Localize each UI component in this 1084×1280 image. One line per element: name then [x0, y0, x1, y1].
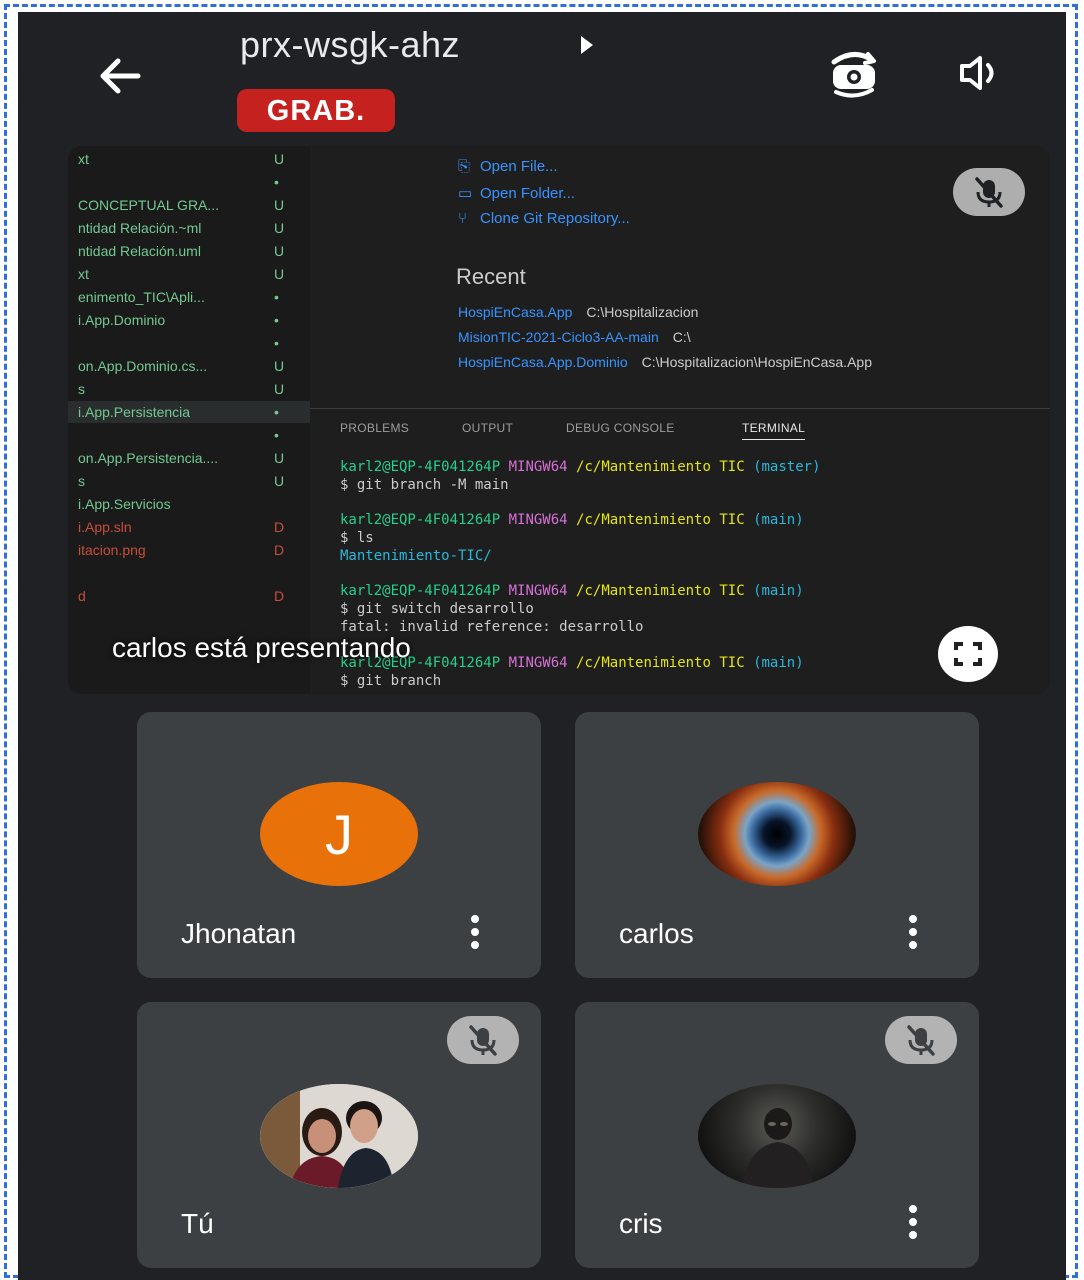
explorer-item[interactable]: ntidad Relación.~ml U [68, 217, 310, 239]
open-folder-link[interactable]: ▭ Open Folder... [458, 184, 575, 202]
explorer-item[interactable]: • [68, 171, 310, 193]
explorer-item[interactable]: sU [68, 378, 310, 400]
explorer-item[interactable]: ntidad Relación.uml U [68, 240, 310, 262]
speaker-icon[interactable] [948, 48, 1008, 98]
caret-right-icon[interactable] [578, 34, 596, 56]
mic-off-icon [469, 1025, 497, 1056]
participant-name: cris [619, 1208, 663, 1239]
file-explorer: xt U • CONCEPTUAL GRA... U ntidad Relación… [68, 146, 310, 694]
avatar [260, 1084, 418, 1188]
participant-name: carlos [619, 918, 694, 949]
presenter-label: carlos está presentando [112, 632, 411, 663]
back-arrow-icon[interactable] [92, 48, 148, 104]
explorer-item[interactable]: • [68, 332, 310, 354]
terminal-line: $ git branch [340, 673, 442, 689]
explorer-item[interactable]: on.App.Persistencia.... U [68, 447, 310, 469]
open-file-link[interactable]: ⎘ Open File... [458, 158, 558, 175]
recent-heading: Recent [456, 264, 526, 289]
tab-debug-console[interactable]: DEBUG CONSOLE [566, 421, 675, 435]
presenter-muted-badge [953, 168, 1025, 216]
tab-output[interactable]: OUTPUT [462, 421, 513, 435]
muted-badge [447, 1016, 519, 1064]
muted-badge [885, 1016, 957, 1064]
avatar-photo [260, 1084, 418, 1188]
recent-item[interactable]: HospiEnCasa.App C:\Hospitalizacion [458, 304, 698, 320]
participant-tile-carlos[interactable]: carlos [575, 712, 979, 978]
explorer-item[interactable] [68, 562, 310, 584]
file-icon: ⎘ [458, 158, 471, 175]
explorer-item[interactable]: sU [68, 470, 310, 492]
folder-icon: ▭ [458, 185, 473, 202]
terminal-output: Mantenimiento-TIC/ [340, 548, 492, 564]
explorer-item[interactable]: xt U [68, 148, 310, 170]
fullscreen-button[interactable] [938, 626, 998, 682]
recording-badge: GRAB. [237, 89, 395, 132]
avatar: J [260, 782, 418, 886]
avatar [698, 782, 856, 886]
git-icon: ⑂ [458, 210, 468, 227]
explorer-item[interactable]: enimento_TIC\Apli... • [68, 286, 310, 308]
participant-tile-jhonatan[interactable]: J Jhonatan [137, 712, 541, 978]
mic-off-icon [907, 1025, 935, 1056]
shared-screen[interactable]: xt U • CONCEPTUAL GRA... U ntidad Relación… [68, 146, 1050, 694]
explorer-item[interactable]: itacion.png D [68, 539, 310, 561]
mic-off-icon [975, 177, 1003, 208]
recent-item[interactable]: MisionTIC-2021-Ciclo3-AA-main C:\ [458, 329, 691, 345]
explorer-item[interactable]: i.App.Persistencia • [68, 401, 310, 423]
explorer-item[interactable]: dD [68, 585, 310, 607]
terminal-line: $ git switch desarrollo [340, 601, 534, 617]
avatar-photo [742, 1108, 814, 1188]
fullscreen-icon [954, 642, 982, 666]
welcome-editor: ⎘ Open File... ▭ Open Folder... ⑂ Clone Git… [310, 146, 1050, 408]
explorer-item[interactable]: i.App.Dominio • [68, 309, 310, 331]
terminal-prompt: karl2@EQP-4F041264P MINGW64 /c/Mantenimi… [340, 583, 804, 599]
explorer-item[interactable]: • [68, 424, 310, 446]
clone-repo-link[interactable]: ⑂ Clone Git Repository... [458, 210, 630, 227]
participant-name: Tú [181, 1208, 214, 1239]
explorer-item[interactable]: i.App.sln D [68, 516, 310, 538]
switch-camera-icon[interactable] [824, 48, 884, 98]
explorer-item[interactable]: xt U [68, 263, 310, 285]
explorer-item[interactable]: CONCEPTUAL GRA... U [68, 194, 310, 216]
terminal-prompt: karl2@EQP-4F041264P MINGW64 /c/Mantenimi… [340, 459, 821, 475]
terminal-line: $ git branch -M main [340, 477, 509, 493]
meet-app: prx-wsgk-ahz GRAB. xt U • CONCEPTUAL GRA.… [18, 12, 1066, 1280]
more-options-icon[interactable] [905, 914, 921, 950]
participant-tile-cris[interactable]: cris [575, 1002, 979, 1268]
avatar [698, 1084, 856, 1188]
terminal-prompt: karl2@EQP-4F041264P MINGW64 /c/Mantenimi… [340, 512, 804, 528]
tab-problems[interactable]: PROBLEMS [340, 421, 409, 435]
meeting-code-title[interactable]: prx-wsgk-ahz [240, 24, 460, 66]
explorer-item[interactable]: i.App.Servicios [68, 493, 310, 515]
explorer-item[interactable]: on.App.Dominio.cs... U [68, 355, 310, 377]
participant-tile-you[interactable]: Tú [137, 1002, 541, 1268]
participant-name: Jhonatan [181, 918, 297, 949]
recent-item[interactable]: HospiEnCasa.App.Dominio C:\Hospitalizacio… [458, 354, 872, 370]
terminal-line: $ ls [340, 530, 374, 546]
more-options-icon[interactable] [905, 1204, 921, 1240]
tab-terminal[interactable]: TERMINAL [742, 421, 806, 440]
more-options-icon[interactable] [467, 914, 483, 950]
